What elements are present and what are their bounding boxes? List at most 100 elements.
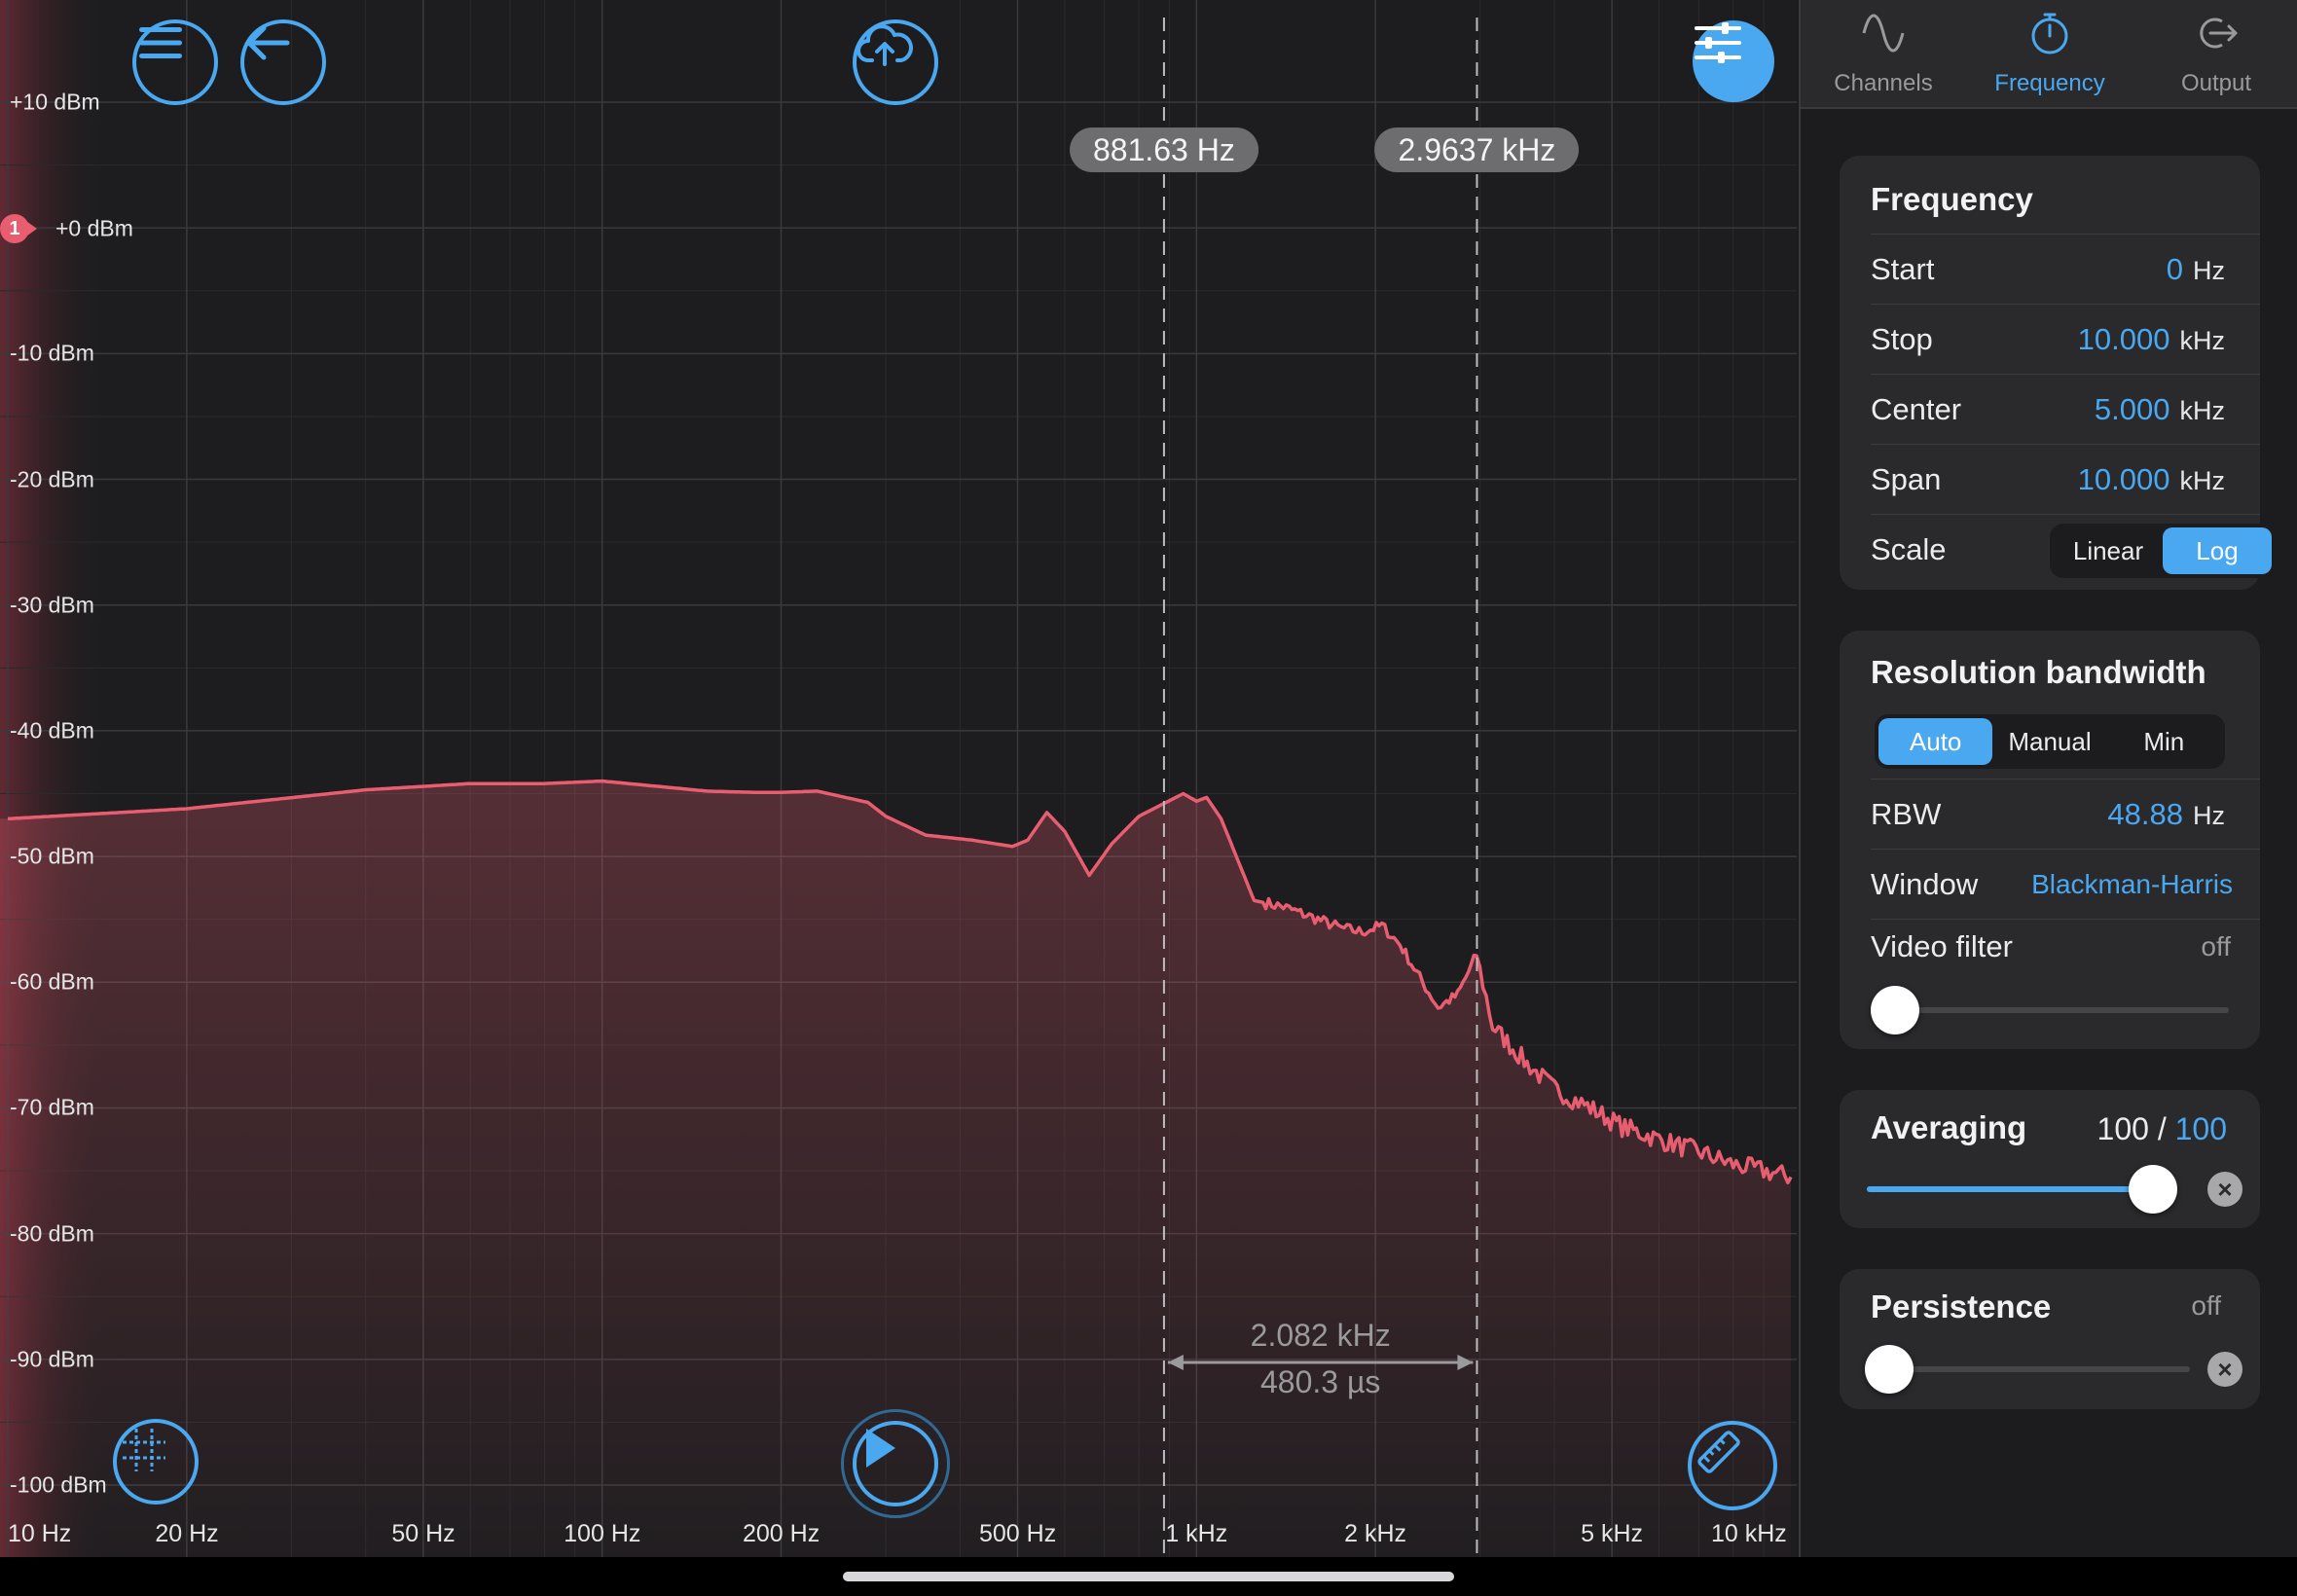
scale-segmented-control[interactable]: Linear Log: [2050, 524, 2276, 578]
center-value[interactable]: 5.000 kHz: [2095, 392, 2225, 427]
start-row[interactable]: Start 0 Hz: [1871, 234, 2260, 305]
span-row[interactable]: Span 10.000 kHz: [1871, 444, 2260, 515]
averaging-reset-button[interactable]: ×: [2207, 1172, 2242, 1207]
y-tick-label: -90 dBm: [10, 1346, 94, 1372]
frequency-card: Frequency Start 0 Hz Stop 10.000 kHz Cente…: [1840, 156, 2276, 590]
start-value[interactable]: 0 Hz: [2167, 252, 2225, 287]
window-value[interactable]: Blackman-Harris: [2031, 869, 2233, 900]
averaging-count[interactable]: 100 / 100: [2097, 1111, 2227, 1147]
span-number: 10.000: [2077, 462, 2170, 496]
resolution-bandwidth-card: Resolution bandwidth Auto Manual Min RBW…: [1840, 631, 2260, 1049]
tab-channels-label: Channels: [1834, 70, 1933, 96]
rbw-mode-segmented-control[interactable]: Auto Manual Min: [1875, 714, 2225, 769]
stop-value[interactable]: 10.000 kHz: [2078, 322, 2225, 357]
video-filter-label: Video filter: [1871, 929, 2013, 963]
reference-level-marker[interactable]: 1: [0, 214, 45, 243]
play-icon: [866, 1429, 895, 1468]
stop-number: 10.000: [2077, 322, 2170, 356]
rbw-number: 48.88: [2107, 797, 2183, 831]
rbw-value[interactable]: 48.88 Hz: [2107, 797, 2225, 832]
settings-button[interactable]: [1693, 20, 1774, 102]
center-number: 5.000: [2094, 392, 2170, 426]
rbw-mode-auto[interactable]: Auto: [1878, 718, 1993, 765]
tab-output[interactable]: Output: [2133, 0, 2297, 107]
rbw-row[interactable]: RBW 48.88 Hz: [1871, 779, 2260, 850]
y-tick-label: -70 dBm: [10, 1094, 94, 1120]
tab-channels[interactable]: Channels: [1801, 0, 1966, 107]
cursor-1-frequency-label[interactable]: 881.63 Hz: [1069, 127, 1258, 172]
window-row[interactable]: Window Blackman-Harris: [1871, 849, 2260, 920]
rbw-mode-manual[interactable]: Manual: [1992, 718, 2106, 765]
x-tick-label: 2 kHz: [1344, 1520, 1407, 1547]
persistence-slider-thumb[interactable]: [1865, 1345, 1914, 1394]
ruler-icon: [1697, 1431, 1740, 1473]
menu-button[interactable]: [132, 19, 218, 105]
span-value[interactable]: 10.000 kHz: [2078, 462, 2225, 497]
x-tick-label: 1 kHz: [1165, 1520, 1228, 1547]
averaging-slider-fill: [1867, 1186, 2153, 1192]
rbw-card-title: Resolution bandwidth: [1871, 654, 2206, 690]
averaging-separator: /: [2148, 1111, 2175, 1146]
measure-button[interactable]: [1688, 1421, 1777, 1510]
averaging-title: Averaging: [1871, 1109, 2027, 1145]
x-tick-label: 10 kHz: [1711, 1520, 1787, 1547]
rbw-mode-min[interactable]: Min: [2107, 718, 2221, 765]
crosshair-grid-icon: [123, 1429, 165, 1471]
sine-wave-icon: [1862, 14, 1905, 53]
span-label: Span: [1871, 462, 1942, 496]
back-button[interactable]: [240, 19, 326, 105]
scale-option-log[interactable]: Log: [2163, 527, 2272, 574]
scale-option-linear[interactable]: Linear: [2054, 527, 2163, 574]
rbw-unit: Hz: [2193, 801, 2225, 830]
y-tick-label: -60 dBm: [10, 968, 94, 995]
start-number: 0: [2166, 252, 2183, 286]
play-button[interactable]: [841, 1409, 950, 1518]
sliders-icon: [1695, 22, 1741, 63]
averaging-card: Averaging 100 / 100 ×: [1840, 1090, 2260, 1228]
start-label: Start: [1871, 252, 1935, 286]
reference-level-label: +0 dBm: [55, 215, 133, 241]
delta-frequency-label: 2.082 kHz: [1250, 1318, 1391, 1353]
y-tick-label: -30 dBm: [10, 592, 94, 618]
x-tick-label: 50 Hz: [391, 1520, 456, 1547]
stop-row[interactable]: Stop 10.000 kHz: [1871, 304, 2260, 375]
output-icon: [2200, 18, 2238, 49]
span-unit: kHz: [2179, 466, 2226, 495]
tab-output-label: Output: [2180, 70, 2252, 96]
averaging-max[interactable]: 100: [2175, 1111, 2227, 1146]
tab-frequency[interactable]: Frequency: [1967, 0, 2133, 107]
persistence-reset-button[interactable]: ×: [2207, 1352, 2242, 1387]
upload-button[interactable]: [853, 19, 938, 105]
spectrum-chart[interactable]: [0, 0, 1797, 1557]
x-tick-label: 5 kHz: [1581, 1520, 1644, 1547]
grid-toggle-button[interactable]: [113, 1419, 199, 1505]
persistence-card: Persistence off ×: [1840, 1269, 2260, 1409]
spectrum-plot[interactable]: +10 dBm -10 dBm -20 dBm -30 dBm -40 dBm -50 d…: [0, 0, 1797, 1557]
x-tick-label: 10 Hz: [8, 1520, 72, 1547]
home-indicator[interactable]: [843, 1572, 1454, 1581]
start-unit: Hz: [2193, 256, 2225, 285]
frequency-card-title: Frequency: [1871, 181, 2033, 217]
video-filter-row: Video filter off: [1871, 919, 2260, 1050]
y-tick-label: -10 dBm: [10, 340, 94, 366]
window-label: Window: [1871, 867, 1979, 901]
play-button-inner: [853, 1421, 938, 1506]
persistence-slider-track[interactable]: [1869, 1366, 2190, 1372]
video-filter-slider-track[interactable]: [1871, 1007, 2229, 1013]
y-tick-label: -40 dBm: [10, 717, 94, 744]
hamburger-menu-icon: [139, 27, 182, 58]
stopwatch-icon: [2031, 13, 2068, 54]
averaging-slider-thumb[interactable]: [2129, 1165, 2177, 1214]
cursor-2-frequency-label[interactable]: 2.9637 kHz: [1374, 127, 1580, 172]
y-tick-label: -80 dBm: [10, 1220, 94, 1247]
center-row[interactable]: Center 5.000 kHz: [1871, 374, 2260, 445]
y-tick-label: -100 dBm: [10, 1471, 107, 1498]
center-unit: kHz: [2179, 396, 2226, 425]
center-label: Center: [1871, 392, 1962, 426]
settings-panel: Channels Frequency Output Frequency Star…: [1799, 0, 2297, 1557]
video-filter-slider-thumb[interactable]: [1871, 986, 1919, 1034]
persistence-title: Persistence: [1871, 1288, 2052, 1324]
tab-bar: Channels Frequency Output: [1801, 0, 2297, 109]
tab-frequency-label: Frequency: [1994, 70, 2105, 96]
rbw-label: RBW: [1871, 797, 1942, 831]
